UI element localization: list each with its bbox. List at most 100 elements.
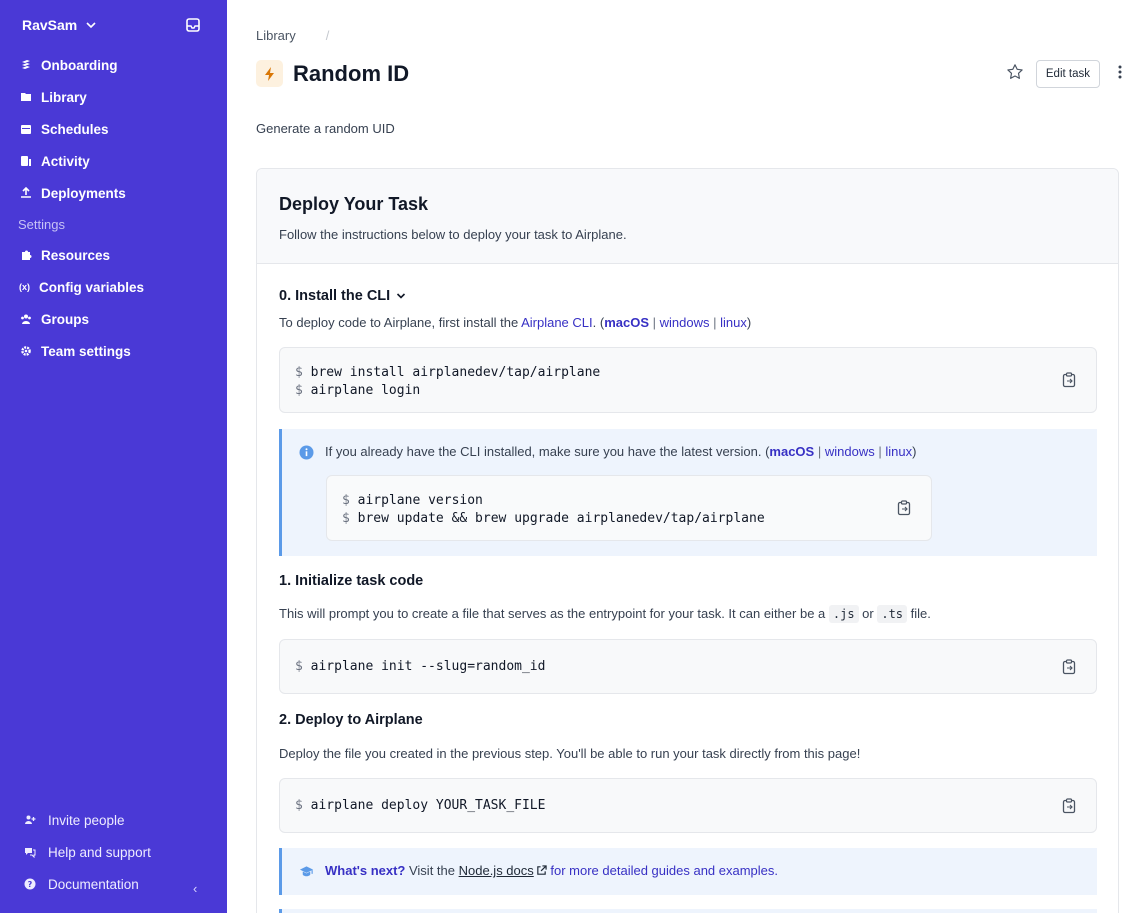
step-title: 1. Initialize task code [279, 573, 424, 589]
upgrade-code-block: $ airplane version $ brew update && brew… [326, 475, 932, 541]
windows-link[interactable]: windows [660, 315, 710, 330]
deploy-card-header: Deploy Your Task Follow the instructions… [257, 169, 1118, 264]
graduation-cap-icon [299, 866, 314, 877]
title-row: Random ID [256, 60, 409, 87]
text: To deploy code to Airplane, first instal… [279, 315, 522, 330]
chevron-down-icon [86, 22, 96, 29]
puzzle-icon [19, 249, 32, 262]
sidebar-item-label: Library [41, 89, 87, 105]
upgrade-info-callout: If you already have the CLI installed, m… [279, 429, 1097, 556]
deploy-instructions: Deploy the file you created in the previ… [279, 746, 861, 761]
library-icon [19, 91, 32, 104]
sidebar-item-team-settings[interactable]: Team settings [0, 335, 227, 367]
sidebar-item-label: Team settings [41, 343, 131, 359]
sidebar-item-help[interactable]: Help and support [0, 836, 227, 868]
command: brew install airplanedev/tap/airplane [310, 365, 601, 380]
code-line: $ airplane login [295, 382, 1081, 400]
linux-link[interactable]: linux [720, 315, 747, 330]
svg-text:?: ? [27, 880, 32, 889]
step-deploy-title: 2. Deploy to Airplane [279, 712, 423, 728]
settings-section-label: Settings [18, 216, 65, 232]
chevron-down-icon [397, 293, 406, 299]
sidebar-item-label: Onboarding [41, 57, 118, 73]
activity-icon [19, 155, 32, 168]
sidebar-item-groups[interactable]: Groups [0, 303, 227, 335]
sidebar-item-label: Config variables [39, 279, 145, 295]
text: ) [746, 315, 752, 330]
sidebar-item-schedules[interactable]: Schedules [0, 113, 227, 145]
deploy-code-block: $ airplane deploy YOUR_TASK_FILE [279, 778, 1097, 833]
code-line: $ airplane deploy YOUR_TASK_FILE [295, 797, 1081, 815]
text: This will prompt you to create a file th… [279, 606, 829, 621]
code-line: $ brew update && brew upgrade airplanede… [342, 510, 916, 528]
command: airplane init --slug=random_id [310, 659, 546, 674]
deploy-card: Deploy Your Task Follow the instructions… [256, 168, 1119, 913]
ts-extension: .ts [877, 605, 908, 623]
gear-icon [19, 345, 32, 358]
breadcrumb-library[interactable]: Library [256, 28, 296, 43]
initialize-instructions: This will prompt you to create a file th… [279, 605, 931, 623]
text: for more detailed guides and examples. [546, 863, 779, 878]
text: file. [907, 606, 931, 621]
command: airplane login [310, 383, 421, 398]
sidebar-item-label: Help and support [48, 844, 151, 860]
users-icon [19, 313, 32, 326]
star-icon[interactable] [1006, 63, 1024, 86]
sidebar-item-label: Deployments [41, 185, 126, 201]
separator: | [713, 315, 717, 330]
nodejs-docs-link[interactable]: Node.js docs [459, 863, 534, 878]
prompt: $ [295, 659, 303, 674]
sidebar-item-label: Groups [41, 311, 90, 327]
onboarding-icon [19, 59, 32, 72]
text: . ( [592, 315, 605, 330]
edit-task-button[interactable]: Edit task [1035, 60, 1100, 88]
step-install-cli-toggle[interactable]: 0. Install the CLI [279, 288, 406, 304]
step-initialize-title: 1. Initialize task code [279, 573, 423, 589]
code-line: $ airplane version [342, 492, 916, 510]
macos-link[interactable]: macOS [769, 444, 814, 459]
prompt: $ [342, 493, 350, 508]
sidebar-item-label: Documentation [48, 876, 139, 892]
inbox-icon[interactable] [186, 18, 200, 32]
macos-link[interactable]: macOS [604, 315, 649, 330]
sidebar: RavSam Onboarding Library Schedules Acti… [0, 0, 227, 913]
js-extension: .js [828, 605, 859, 623]
text: ) [912, 444, 917, 459]
copy-icon[interactable] [1062, 797, 1076, 814]
text: Visit the [405, 863, 459, 878]
main-nav: Onboarding Library Schedules Activity De… [0, 49, 227, 367]
upgrade-info-text: If you already have the CLI installed, m… [325, 444, 916, 459]
info-icon [299, 445, 314, 460]
main-content: Library / Random ID Edit task Generate a… [227, 0, 1146, 913]
whats-next-text: What's next? Visit the Node.js docs for … [325, 863, 778, 878]
sidebar-item-deployments[interactable]: Deployments [0, 177, 227, 209]
question-icon: ? [23, 878, 36, 891]
windows-link[interactable]: windows [825, 444, 875, 459]
command: airplane deploy YOUR_TASK_FILE [310, 798, 546, 813]
sidebar-item-config-variables[interactable]: (x) Config variables [0, 271, 227, 303]
separator: | [817, 444, 822, 459]
sidebar-item-resources[interactable]: Resources [0, 239, 227, 271]
title-actions: Edit task [1006, 60, 1128, 88]
sidebar-item-invite-people[interactable]: Invite people [0, 804, 227, 836]
sidebar-item-activity[interactable]: Activity [0, 145, 227, 177]
separator: | [878, 444, 882, 459]
workspace-switcher[interactable]: RavSam [22, 17, 97, 33]
more-options-icon[interactable] [1112, 64, 1128, 85]
sidebar-item-onboarding[interactable]: Onboarding [0, 49, 227, 81]
copy-icon[interactable] [1062, 372, 1076, 388]
linux-link[interactable]: linux [885, 444, 912, 459]
sidebar-item-library[interactable]: Library [0, 81, 227, 113]
copy-icon[interactable] [1062, 658, 1076, 675]
copy-icon[interactable] [897, 500, 911, 516]
sidebar-item-label: Schedules [41, 121, 109, 137]
deploy-heading: Deploy Your Task [279, 194, 429, 214]
separator: | [652, 315, 657, 330]
step-title: 2. Deploy to Airplane [279, 712, 423, 728]
collapse-sidebar-icon[interactable]: ‹ [193, 881, 197, 896]
task-bolt-icon [256, 60, 283, 87]
code-line: $ airplane init --slug=random_id [295, 658, 1081, 676]
install-instructions: To deploy code to Airplane, first instal… [279, 315, 751, 330]
sidebar-item-label: Invite people [48, 812, 125, 828]
airplane-cli-link[interactable]: Airplane CLI [521, 315, 593, 330]
